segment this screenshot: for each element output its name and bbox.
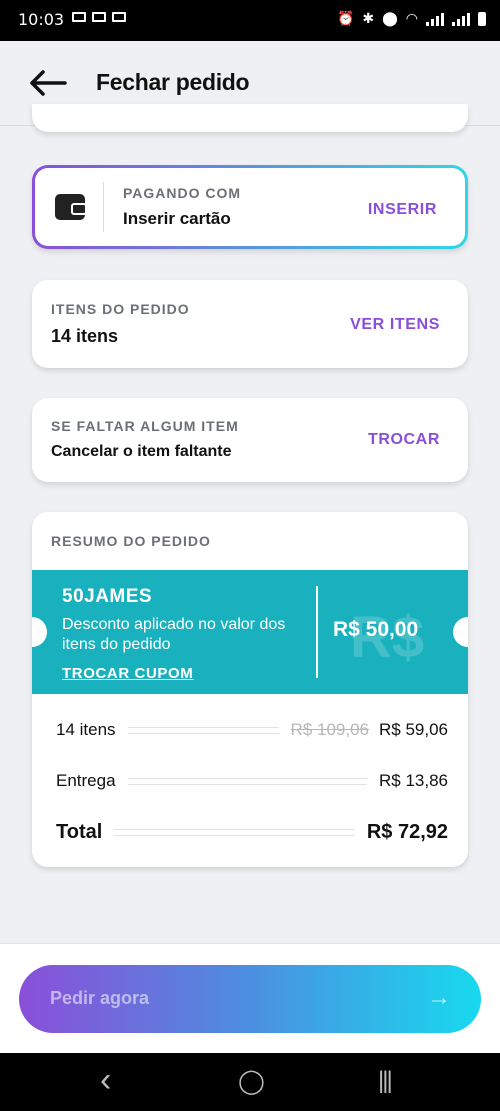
divider <box>103 182 104 232</box>
nav-back-icon[interactable]: ‹ <box>100 1061 111 1100</box>
view-items-button[interactable]: VER ITENS <box>350 316 440 334</box>
previous-card <box>32 104 468 132</box>
row-leader <box>127 777 367 785</box>
system-nav-bar: ‹ ◯ ||| <box>0 1053 500 1111</box>
arrow-right-icon: → <box>427 984 451 1011</box>
order-summary-card: RESUMO DO PEDIDO 50JAMES Desconto aplica… <box>32 512 468 867</box>
signal-icon <box>426 12 444 26</box>
status-time: 10:03 <box>18 10 65 29</box>
coupon-description: Desconto aplicado no valor dos itens do … <box>62 616 286 653</box>
summary-row-delivery: Entrega R$ 13,86 <box>56 769 448 793</box>
bluetooth-icon: ✱ <box>362 11 375 27</box>
location-icon: ⬤ <box>382 11 398 27</box>
change-coupon-link[interactable]: TROCAR CUPOM <box>62 665 193 682</box>
place-order-label: Pedir agora <box>50 988 150 1008</box>
signal-icon <box>452 12 470 26</box>
coupon-amount: R$ 50,00 <box>333 618 419 641</box>
total-price: R$ 72,92 <box>366 820 448 843</box>
coupon-notch <box>453 617 468 647</box>
summary-row-items: 14 itens R$ 109,06 R$ 59,06 <box>56 718 448 742</box>
row-name: Entrega <box>56 771 116 790</box>
row-name: 14 itens <box>56 720 116 739</box>
mail-icon <box>112 12 126 22</box>
nav-recents-icon[interactable]: ||| <box>378 1067 393 1095</box>
coupon-divider <box>316 586 318 678</box>
laptop-icon <box>72 12 86 22</box>
coupon-code: 50JAMES <box>62 586 153 607</box>
system-icons: ⏰ ✱ ⬤ ◠ <box>337 11 486 27</box>
row-price: R$ 13,86 <box>379 771 448 790</box>
payment-value: Inserir cartão <box>123 209 231 228</box>
order-items-card[interactable]: ITENS DO PEDIDO 14 itens VER ITENS <box>32 280 468 368</box>
payment-label: PAGANDO COM <box>123 185 242 201</box>
coupon-banner: 50JAMES Desconto aplicado no valor dos i… <box>32 570 468 694</box>
change-option-button[interactable]: TROCAR <box>368 431 440 449</box>
wallet-icon <box>55 194 87 220</box>
notification-icons <box>72 12 126 22</box>
nav-home-icon[interactable]: ◯ <box>238 1067 265 1096</box>
order-items-count: 14 itens <box>51 326 119 346</box>
total-label: Total <box>56 820 103 843</box>
place-order-button[interactable]: Pedir agora → <box>19 965 481 1033</box>
missing-item-option: Cancelar o item faltante <box>51 443 232 460</box>
bottom-bar: Pedir agora → <box>0 943 500 1054</box>
missing-item-card[interactable]: SE FALTAR ALGUM ITEM Cancelar o item fal… <box>32 398 468 482</box>
wifi-icon: ◠ <box>405 11 418 27</box>
insert-card-button[interactable]: INSERIR <box>368 201 437 219</box>
battery-icon <box>478 12 486 26</box>
summary-label: RESUMO DO PEDIDO <box>51 533 211 549</box>
summary-row-total: Total R$ 72,92 <box>56 820 448 844</box>
row-leader <box>127 726 279 734</box>
row-price: R$ 59,06 <box>379 720 448 739</box>
coupon-notch <box>32 617 47 647</box>
alarm-icon: ⏰ <box>336 11 355 27</box>
laptop-icon <box>92 12 106 22</box>
row-old-price: R$ 109,06 <box>290 720 369 739</box>
row-leader <box>114 828 355 836</box>
payment-method-card[interactable]: PAGANDO COM Inserir cartão INSERIR <box>32 165 468 249</box>
page-title: Fechar pedido <box>96 69 250 95</box>
back-arrow-icon[interactable] <box>28 65 68 101</box>
order-items-label: ITENS DO PEDIDO <box>51 301 190 317</box>
status-bar: 10:03 ⏰ ✱ ⬤ ◠ <box>0 0 500 41</box>
missing-item-label: SE FALTAR ALGUM ITEM <box>51 418 239 434</box>
